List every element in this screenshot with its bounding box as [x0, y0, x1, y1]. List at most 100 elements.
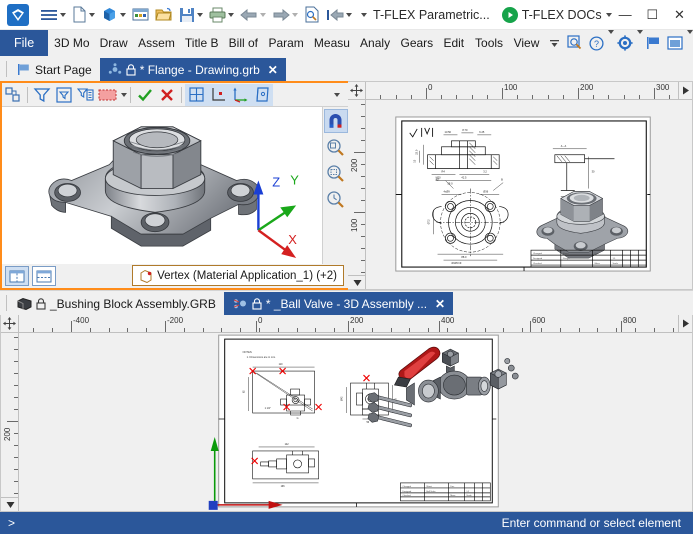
ruler-tick: [616, 328, 618, 333]
preview-icon[interactable]: [301, 2, 323, 28]
svg-text:13.50: 13.50: [445, 130, 452, 134]
ruler-tick: [361, 224, 365, 225]
window-layout-icon[interactable]: [664, 30, 685, 56]
ruler-scale-top: 0100200300400: [366, 82, 678, 99]
cancel-x-icon[interactable]: [156, 84, 178, 106]
maximize-button[interactable]: ☐: [639, 0, 666, 29]
selection-color-icon[interactable]: [97, 84, 119, 106]
magnet-snap-icon[interactable]: [323, 109, 348, 133]
viewport-3d[interactable]: Z Y X: [2, 107, 348, 265]
ruler-tick: [14, 481, 18, 483]
ruler-scroll-right-icon[interactable]: [678, 315, 692, 333]
drawing-sheet-flange[interactable]: 13.50 8.70 6.25 22.0 15 M20 42.5 58.0 R4 3.2: [366, 100, 692, 290]
tab-start-page[interactable]: Start Page: [9, 58, 100, 81]
new-assembly-icon[interactable]: [129, 2, 152, 28]
split-horizontal-button[interactable]: [32, 266, 56, 287]
tab-flange-drawing[interactable]: * Flange - Drawing.grb ✕: [99, 58, 286, 81]
tab-divider: [6, 60, 7, 77]
menu-title-block[interactable]: Title B: [179, 30, 223, 56]
grid-view-icon[interactable]: [185, 84, 207, 106]
workplane-icon[interactable]: [251, 84, 273, 106]
minimize-button[interactable]: —: [612, 0, 639, 29]
new-document-icon[interactable]: [69, 2, 98, 28]
svg-text:Flange: Flange: [563, 258, 570, 260]
menu-gears[interactable]: Gears: [394, 30, 437, 56]
titlebar-overflow-icon[interactable]: [361, 12, 367, 17]
close-button[interactable]: ✕: [666, 0, 693, 29]
tab-ball-valve-assembly[interactable]: * _Ball Valve - 3D Assembly ... ✕: [223, 292, 454, 316]
ruler-label: 300: [656, 83, 670, 92]
hamburger-menu-icon[interactable]: [38, 2, 69, 28]
confirm-check-icon[interactable]: [134, 84, 156, 106]
save-icon[interactable]: [176, 2, 206, 28]
drawing-sheet-ball-valve[interactable]: NOTES: 1. Dimensions are in mm. 110 62 1…: [19, 333, 692, 511]
ruler-label: 600: [532, 316, 546, 326]
filter-funnel-icon[interactable]: [31, 84, 53, 106]
docs-title[interactable]: T-FLEX DOCs: [522, 8, 602, 22]
print-icon[interactable]: [206, 2, 237, 28]
model-canvas[interactable]: Z Y X: [2, 107, 322, 264]
zoom-fit-icon[interactable]: [324, 161, 348, 185]
menu-file[interactable]: File: [0, 30, 49, 56]
tab-close-icon[interactable]: ✕: [435, 297, 445, 311]
svg-text:Y: Y: [290, 173, 299, 188]
ruler-scroll-right-icon[interactable]: [678, 82, 692, 99]
search-icon[interactable]: [565, 30, 586, 56]
tab-close-icon[interactable]: ✕: [268, 63, 278, 77]
menu-view[interactable]: View: [508, 30, 544, 56]
vertical-ruler-bottom[interactable]: 200: [1, 333, 19, 511]
split-vertical-button[interactable]: [5, 266, 29, 287]
menu-tools[interactable]: Tools: [469, 30, 508, 56]
open-folder-icon[interactable]: [152, 2, 176, 28]
menu-assembly[interactable]: Assem: [132, 30, 179, 56]
ruler-tick: [562, 95, 564, 99]
ruler-major-tick: [7, 421, 18, 423]
selection-mode-icon[interactable]: [2, 84, 24, 106]
overflow-chevron-icon[interactable]: [544, 30, 565, 56]
help-icon[interactable]: ?: [586, 30, 607, 56]
svg-text:8.70: 8.70: [462, 128, 468, 132]
rollback-icon[interactable]: [323, 2, 355, 28]
menu-3d-model[interactable]: 3D Mo: [48, 30, 93, 56]
ruler-tick: [14, 337, 18, 339]
new-3d-model-icon[interactable]: [98, 2, 129, 28]
zoom-window-icon[interactable]: [324, 135, 348, 159]
axes-icon[interactable]: [229, 84, 251, 106]
ruler-tick: [14, 457, 18, 459]
title-bar: T-FLEX Parametric... T-FLEX DOCs — ☐ ✕: [0, 0, 693, 30]
vertical-ruler-top[interactable]: 200 100: [348, 100, 366, 290]
app-logo-icon[interactable]: [4, 2, 38, 28]
menu-draw[interactable]: Draw: [94, 30, 133, 56]
menu-bill-of-materials[interactable]: Bill of: [223, 30, 263, 56]
menu-parameters[interactable]: Param: [262, 30, 307, 56]
tab-bushing-block-assembly[interactable]: _Bushing Block Assembly.GRB: [9, 292, 224, 316]
ruler-tick: [623, 95, 625, 99]
zoom-previous-icon[interactable]: [324, 187, 348, 211]
redo-icon[interactable]: [269, 2, 301, 28]
ruler-origin-icon[interactable]: [1, 315, 19, 333]
menu-analysis[interactable]: Analy: [354, 30, 394, 56]
window-chevron-icon[interactable]: [686, 30, 693, 34]
ruler-scroll-down-icon[interactable]: [348, 275, 365, 290]
toolbar-overflow-icon[interactable]: [334, 92, 340, 97]
ruler-tick: [361, 260, 365, 261]
settings-gear-icon[interactable]: [614, 30, 635, 56]
flag-icon[interactable]: [643, 30, 664, 56]
pane-drawing-top: 0100200300400 200100: [348, 81, 693, 291]
horizontal-ruler-top[interactable]: 0100200300400: [348, 82, 692, 100]
ruler-tick: [361, 128, 365, 129]
menu-edit[interactable]: Edit: [437, 30, 469, 56]
menu-measure[interactable]: Measu: [308, 30, 354, 56]
horizontal-ruler-bottom[interactable]: -400 -200 0 200 400 600 800: [1, 315, 692, 334]
origin-point-icon[interactable]: [207, 84, 229, 106]
ruler-scroll-down-icon[interactable]: [1, 497, 18, 511]
undo-icon[interactable]: [237, 2, 269, 28]
ruler-tick: [672, 328, 674, 333]
svg-text:A - A: A - A: [561, 144, 567, 148]
ruler-tick: [635, 328, 636, 333]
selection-color-chevron-icon[interactable]: [121, 92, 127, 97]
filter-box-icon[interactable]: [53, 84, 75, 106]
filter-list-icon[interactable]: [75, 84, 97, 106]
ruler-major-tick: [71, 321, 72, 333]
ruler-origin-icon[interactable]: [348, 82, 366, 99]
